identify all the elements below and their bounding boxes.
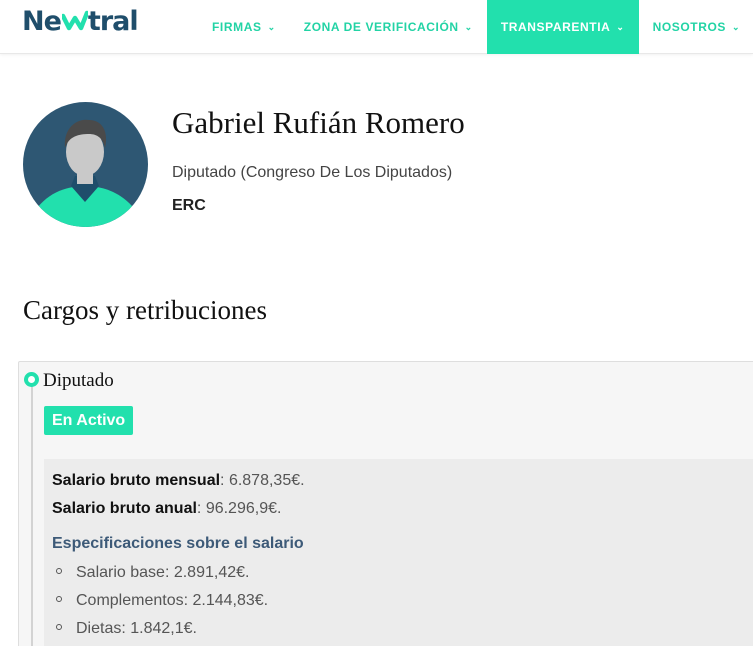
salary-annual-value: : 96.296,9€. (196, 500, 282, 517)
nav-item-nosotros[interactable]: NOSOTROS ⌄ (639, 0, 753, 54)
section-title: Cargos y retribuciones (23, 295, 267, 325)
position-title: Diputado (43, 370, 114, 391)
salary-monthly-label: Salario bruto mensual (52, 472, 221, 489)
list-item: Salario base: 2.891,42€. (56, 564, 249, 582)
site-header: Ne tral FIRMAS ⌄ ZONA DE VERIFICACIÓN ⌄ … (0, 0, 753, 54)
salary-monthly: Salario bruto mensual: 6.878,35€. (52, 472, 305, 490)
list-item: Complementos: 2.144,83€. (56, 592, 268, 610)
list-item: Dietas: 1.842,1€. (56, 620, 197, 638)
nav-label: TRANSPARENTIA (500, 20, 611, 34)
nav-item-zona-verificacion[interactable]: ZONA DE VERIFICACIÓN ⌄ (290, 0, 487, 54)
salary-annual-label: Salario bruto anual (52, 500, 197, 517)
role-institution: (Congreso De Los Diputados) (240, 164, 453, 181)
timeline-line (31, 386, 33, 646)
timeline-dot-icon (24, 372, 39, 387)
nav-label: FIRMAS (212, 20, 262, 34)
nav-label: NOSOTROS (652, 20, 727, 34)
politician-name: Gabriel Rufián Romero (172, 105, 465, 140)
bullet-circle-icon (56, 567, 62, 574)
status-badge: En Activo (44, 406, 134, 435)
chevron-down-icon: ⌄ (267, 21, 276, 32)
role-title: Diputado (172, 164, 237, 181)
person-silhouette-icon (33, 119, 138, 227)
logo-text-start: Ne (22, 5, 62, 37)
nav-item-firmas[interactable]: FIRMAS ⌄ (198, 0, 290, 54)
main-nav: FIRMAS ⌄ ZONA DE VERIFICACIÓN ⌄ TRANSPAR… (198, 0, 753, 54)
newtral-logo[interactable]: Ne tral (22, 5, 139, 37)
salary-spec-title: Especificaciones sobre el salario (52, 535, 304, 552)
chevron-down-icon: ⌄ (464, 21, 473, 32)
list-item-text: Complementos: 2.144,83€. (76, 592, 269, 609)
logo-check-icon (61, 10, 88, 31)
chevron-down-icon: ⌄ (732, 21, 741, 32)
nav-label: ZONA DE VERIFICACIÓN (303, 20, 459, 34)
chevron-down-icon: ⌄ (616, 21, 625, 32)
nav-item-transparentia[interactable]: TRANSPARENTIA ⌄ (486, 0, 639, 54)
salary-monthly-value: : 6.878,35€. (220, 472, 305, 489)
bullet-circle-icon (56, 595, 62, 602)
avatar (23, 102, 148, 227)
politician-role: Diputado (Congreso De Los Diputados) (172, 164, 452, 182)
list-item-text: Dietas: 1.842,1€. (76, 620, 197, 637)
salary-annual: Salario bruto anual: 96.296,9€. (52, 500, 281, 518)
list-item-text: Salario base: 2.891,42€. (76, 564, 250, 581)
bullet-circle-icon (56, 623, 62, 630)
party-name: ERC (172, 197, 206, 214)
logo-text-end: tral (87, 5, 139, 37)
